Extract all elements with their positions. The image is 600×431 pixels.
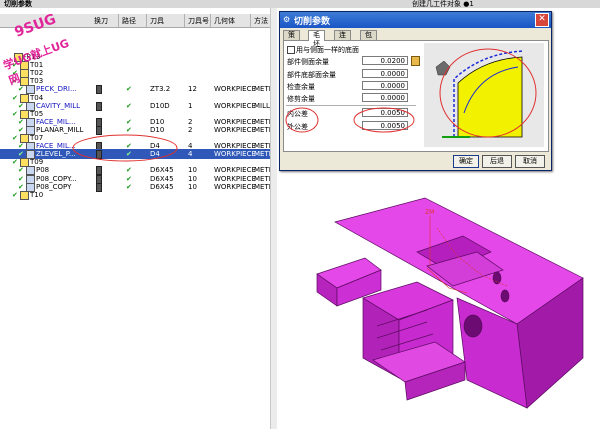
- dialog-gear-icon: ⚙: [283, 15, 291, 24]
- col-tool-change[interactable]: 换刀: [94, 16, 108, 26]
- col-path[interactable]: 路径: [122, 16, 136, 26]
- status-check-icon: ✔: [12, 190, 18, 199]
- same-floor-label: 用与侧面一样的底面: [296, 46, 359, 54]
- field-label-part-side: 部件侧面余量: [287, 58, 329, 66]
- operation-navigator: 换刀 路径 刀具 刀具号 几何体 方法 -R13 ✔ T01 ✔ T02 ✔ T03 ✔ PEC…: [0, 8, 280, 429]
- field-label-check: 检查余量: [287, 83, 315, 91]
- close-icon[interactable]: ✕: [535, 13, 549, 27]
- check-stock-input[interactable]: 0.0000: [362, 81, 408, 90]
- lock-icon[interactable]: [411, 56, 420, 66]
- tab-strategy[interactable]: 策略: [283, 30, 300, 48]
- tab-connections[interactable]: 连接: [334, 30, 351, 48]
- field-label-part-floor: 部件底部面余量: [287, 71, 336, 79]
- brand-watermark: 9SUG 学UG就上UG网: [2, 11, 82, 87]
- tab-containment[interactable]: 包容: [360, 30, 377, 48]
- dialog-title-bar[interactable]: ⚙ 切削参数 ✕: [280, 12, 551, 28]
- cutting-parameters-dialog: ⚙ 切削参数 ✕ 策略 毛坯 连接 包容 用与侧面一样的底面 部件侧面余量 0.…: [279, 11, 552, 171]
- same-floor-checkbox[interactable]: [287, 46, 295, 54]
- part-side-stock-input[interactable]: 0.0200: [362, 56, 408, 65]
- operation-row[interactable]: ✔ T10: [0, 190, 276, 200]
- tolerance-highlight: [285, 107, 415, 133]
- stock-illustration: [424, 43, 544, 147]
- brand-logo-text: 9SUG: [12, 11, 59, 41]
- col-tool-number[interactable]: 刀具号: [188, 16, 209, 26]
- col-method[interactable]: 方法: [254, 16, 268, 26]
- col-geometry[interactable]: 几何体: [214, 16, 235, 26]
- stock-panel: 用与侧面一样的底面 部件侧面余量 0.0200 部件底部面余量 0.0000 检…: [283, 40, 549, 152]
- axis-label: ZM: [425, 209, 434, 216]
- col-tool[interactable]: 刀具: [150, 16, 164, 26]
- ok-button[interactable]: 确定: [453, 155, 479, 168]
- dialog-title: 切削参数: [294, 17, 331, 27]
- highlight-ellipse: [72, 134, 178, 162]
- operation-name: T10: [30, 190, 44, 199]
- part-floor-stock-input[interactable]: 0.0000: [362, 69, 408, 78]
- back-button[interactable]: 后退: [482, 155, 512, 168]
- program-group-icon: [20, 190, 29, 200]
- navigator-scrollbar[interactable]: [270, 8, 277, 429]
- cancel-button[interactable]: 取消: [515, 155, 545, 168]
- tab-stock[interactable]: 毛坯: [308, 30, 325, 48]
